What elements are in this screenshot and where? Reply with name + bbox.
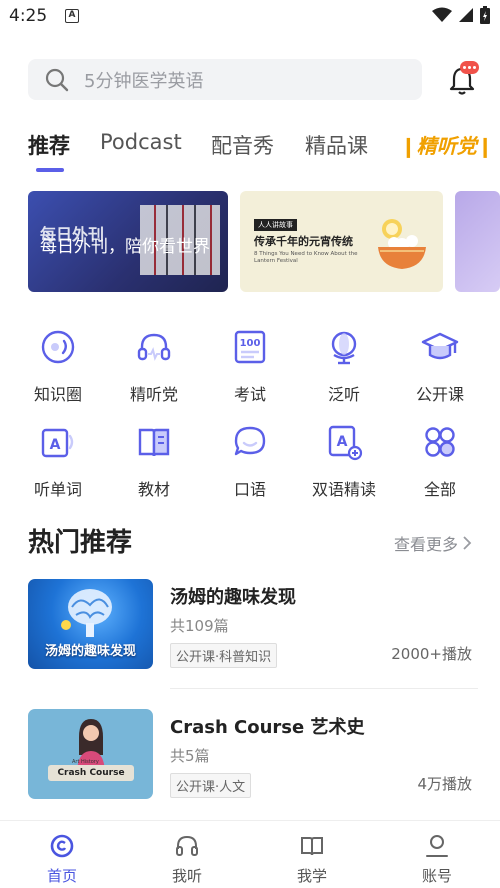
- grid-label: 教材: [137, 480, 170, 499]
- book-icon: [138, 428, 170, 457]
- course-plays: 2000+播放: [391, 645, 472, 663]
- banner-lantern-festival[interactable]: 人人讲故事 传承千年的元宵传统 8 Things You Need to Kno…: [240, 191, 443, 292]
- grid-all[interactable]: 全部: [400, 422, 480, 500]
- grid-label: 听单词: [33, 480, 82, 499]
- open-book-icon: [301, 837, 323, 856]
- headphones-icon: [176, 835, 198, 856]
- wifi-icon: [432, 7, 452, 22]
- globe-icon: [331, 331, 357, 365]
- grid-textbook[interactable]: 教材: [114, 422, 194, 500]
- grid-label: 公开课: [415, 385, 464, 404]
- grid-label: 考试: [233, 385, 266, 404]
- grid-speaking[interactable]: 口语: [210, 422, 290, 500]
- thumbnail-caption: 汤姆的趣味发现: [44, 644, 136, 659]
- grid-label: 全部: [423, 480, 456, 499]
- course-count: 共109篇: [170, 617, 229, 635]
- nav-label: 首页: [46, 867, 77, 885]
- grid-label: 口语: [233, 480, 266, 499]
- banner-tag: 人人讲故事: [254, 219, 297, 231]
- status-time: 4:25: [9, 6, 48, 26]
- see-more-label: 查看更多: [393, 535, 458, 554]
- tab-dubbing[interactable]: 配音秀: [211, 130, 274, 160]
- notification-a-icon: A: [65, 9, 79, 23]
- word-card-icon: A: [41, 428, 74, 458]
- course-card[interactable]: 汤姆的趣味发现 汤姆的趣味发现 共109篇 公开课·科普知识 2000+播放: [28, 579, 478, 679]
- grid-label: 泛听: [327, 385, 360, 404]
- exam-100-icon: 100: [234, 330, 266, 364]
- banner-partial[interactable]: [455, 191, 500, 292]
- bilingual-reading-icon: A: [328, 425, 363, 461]
- course-title: Crash Course 艺术史: [170, 717, 365, 738]
- tangyuan-bowl-image: [378, 219, 426, 269]
- search-placeholder: 5分钟医学英语: [84, 70, 204, 92]
- search-icon: [45, 68, 69, 91]
- status-bar: 4:25 A: [0, 0, 500, 34]
- battery-icon: [480, 6, 490, 24]
- grid-listen-words[interactable]: A 听单词: [18, 422, 98, 500]
- nav-label: 我学: [296, 867, 327, 885]
- nav-label: 我听: [171, 867, 202, 885]
- course-count: 共5篇: [170, 747, 210, 765]
- banner-subtitle: 8 Things You Need to Know About the Lant…: [254, 251, 358, 264]
- banner-daily-journal[interactable]: 每日外刊 每日外刊，陪你看世界: [28, 191, 228, 292]
- course-title: 汤姆的趣味发现: [170, 587, 296, 608]
- nav-my-study[interactable]: 我学: [272, 833, 352, 886]
- account-icon: [426, 835, 448, 857]
- graduation-cap-icon: [421, 332, 459, 360]
- home-icon: [50, 834, 74, 858]
- course-tag: 公开课·科普知识: [170, 643, 278, 668]
- nav-my-listening[interactable]: 我听: [147, 833, 227, 886]
- tab-intensive-listening[interactable]: ❙精听党❙: [400, 130, 494, 159]
- grid-label: 精听党: [129, 385, 178, 404]
- course-card[interactable]: Art History Crash Course Crash Course 艺术…: [28, 709, 478, 809]
- grid-exam[interactable]: 100 考试: [210, 327, 290, 405]
- search-input[interactable]: 5分钟医学英语: [28, 59, 422, 100]
- course-thumbnail: 汤姆的趣味发现: [28, 579, 153, 669]
- grid-extensive-listening[interactable]: 泛听: [304, 327, 384, 405]
- all-grid-icon: [425, 427, 455, 457]
- tab-recommend[interactable]: 推荐: [28, 130, 70, 160]
- grid-label: 知识圈: [33, 385, 82, 404]
- bottom-nav: 首页 我听 我学 账号: [0, 820, 500, 888]
- chat-bubble-icon: [234, 426, 266, 456]
- see-more-link[interactable]: 查看更多: [394, 531, 472, 555]
- thumbnail-caption: Crash Course: [48, 765, 134, 781]
- tab-premium-course[interactable]: 精品课: [305, 130, 368, 160]
- nav-account[interactable]: 账号: [397, 833, 477, 886]
- svg-text:A: A: [337, 434, 348, 450]
- course-thumbnail: Art History Crash Course: [28, 709, 153, 799]
- grid-open-course[interactable]: 公开课: [400, 327, 480, 405]
- course-tag: 公开课·人文: [170, 773, 252, 798]
- grid-intensive-listening[interactable]: 精听党: [114, 327, 194, 405]
- svg-text:100: 100: [240, 338, 261, 349]
- section-title: 热门推荐: [28, 528, 133, 558]
- tab-indicator: [36, 168, 64, 172]
- course-plays: 4万播放: [417, 775, 472, 793]
- banner-headline: 传承千年的元宵传统: [254, 235, 353, 248]
- brain-illustration: [61, 589, 112, 637]
- divider: [170, 688, 478, 689]
- notification-badge: [460, 61, 479, 74]
- grid-bilingual-reading[interactable]: A 双语精读: [304, 422, 384, 500]
- tab-podcast[interactable]: Podcast: [100, 130, 182, 154]
- grid-knowledge-circle[interactable]: 知识圈: [18, 327, 98, 405]
- category-tabs: 推荐 Podcast 配音秀 精品课 ❙精听党❙: [28, 130, 500, 176]
- banner-text: 每日外刊，陪你看世界: [40, 237, 210, 257]
- signal-icon: [459, 8, 473, 22]
- chevron-right-icon: [463, 536, 472, 550]
- svg-text:A: A: [50, 437, 61, 453]
- status-icons: [432, 6, 490, 24]
- nav-home[interactable]: 首页: [22, 833, 102, 886]
- circle-icon: [41, 330, 75, 364]
- headphones-icon: [137, 333, 171, 361]
- grid-label: 双语精读: [311, 480, 376, 499]
- nav-label: 账号: [421, 867, 452, 885]
